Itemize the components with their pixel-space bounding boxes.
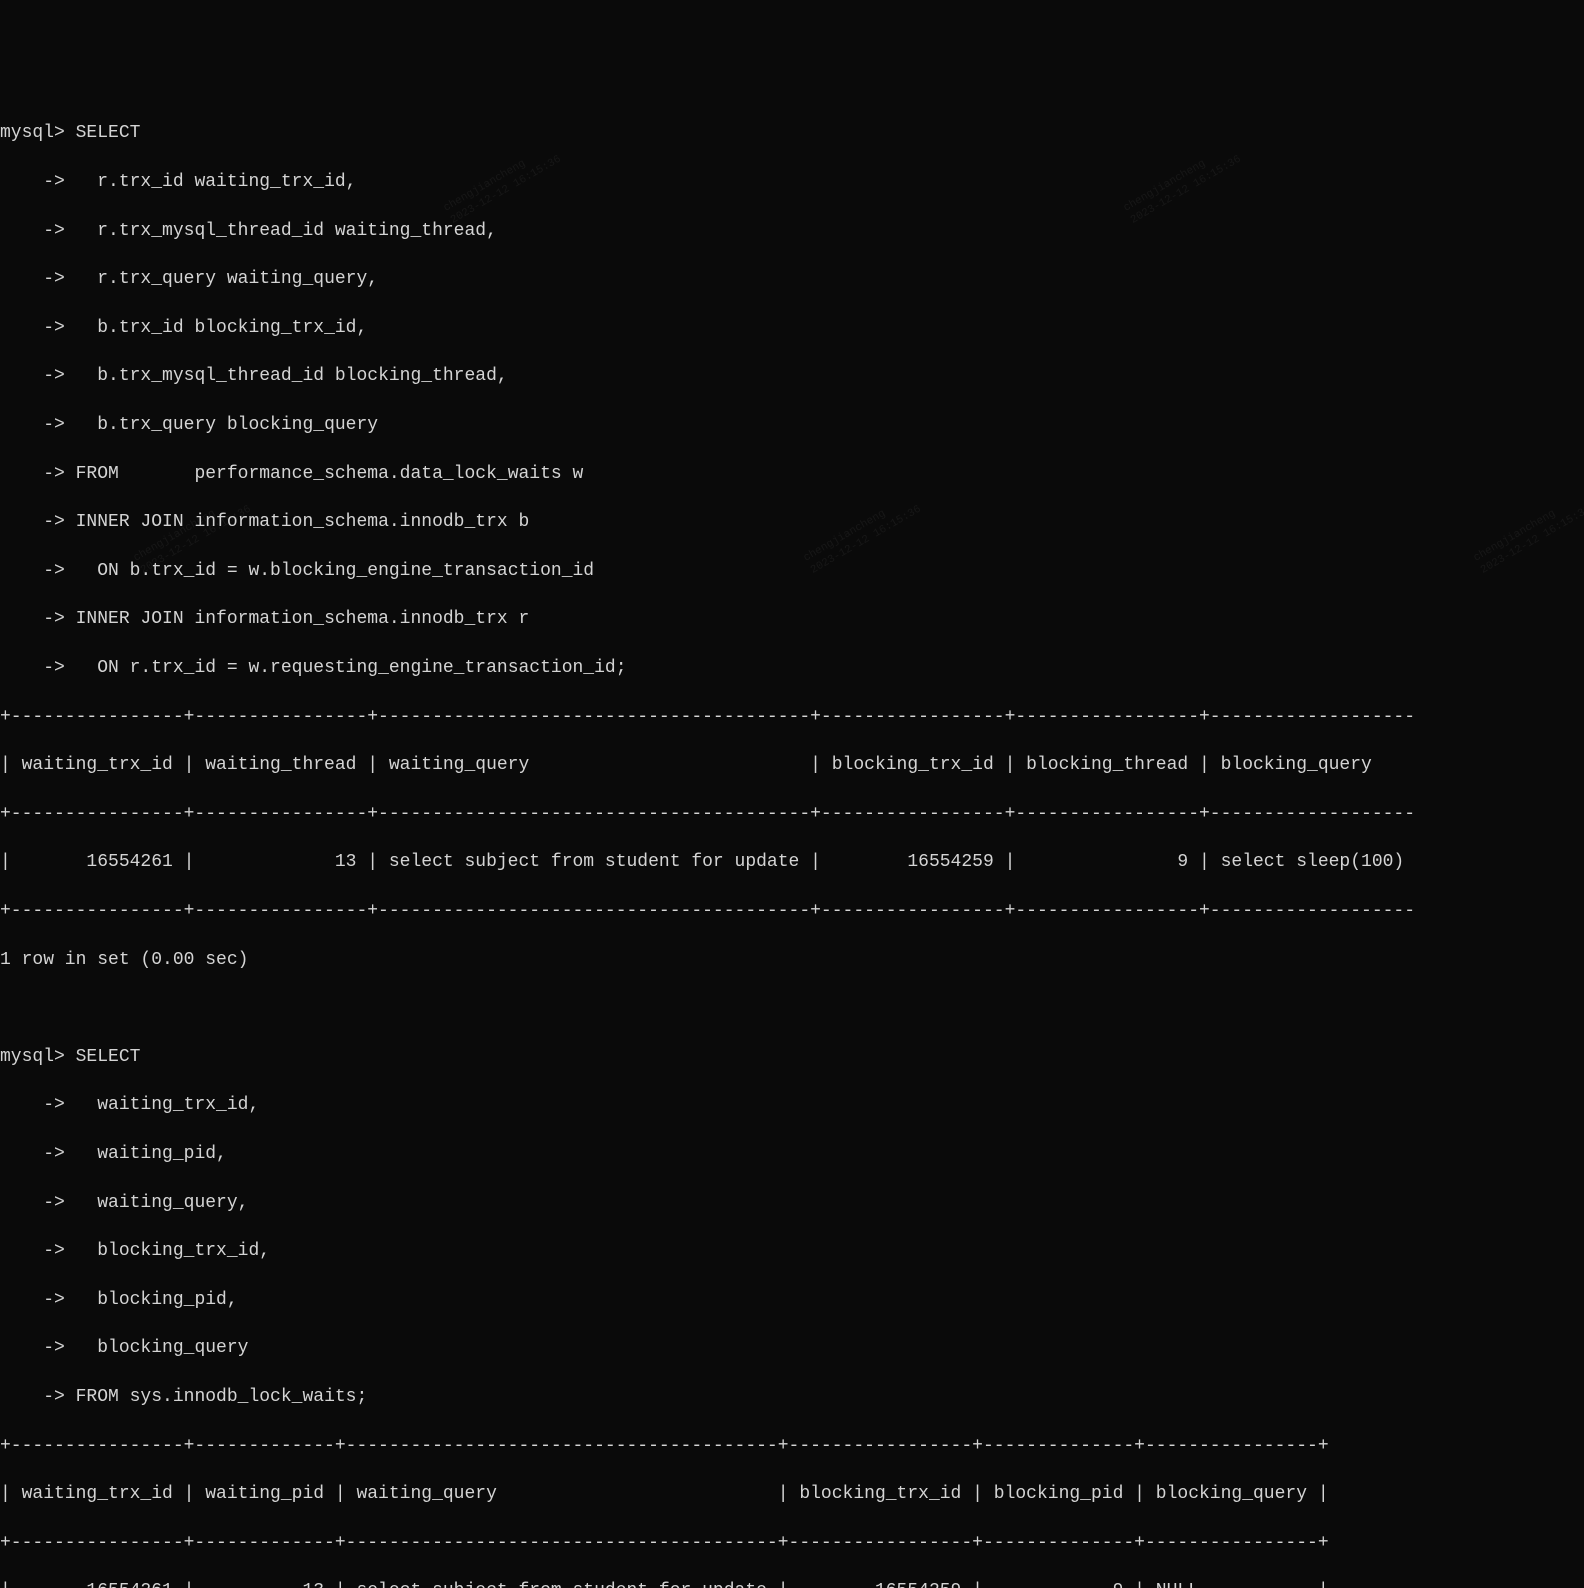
continuation-arrow: -> bbox=[0, 318, 65, 338]
sql-text: waiting_trx_id, bbox=[76, 1095, 260, 1115]
sql-text: FROM performance_schema.data_lock_waits … bbox=[76, 464, 584, 484]
sql-text: b.trx_query blocking_query bbox=[76, 415, 378, 435]
sql-text: waiting_pid, bbox=[76, 1144, 227, 1164]
sql-text: blocking_pid, bbox=[76, 1290, 238, 1310]
sql-text: waiting_query, bbox=[76, 1193, 249, 1213]
continuation-arrow: -> bbox=[0, 1095, 65, 1115]
sql-text: blocking_trx_id, bbox=[76, 1241, 270, 1261]
table-header-row: | waiting_trx_id | waiting_pid | waiting… bbox=[0, 1482, 1584, 1506]
sql-line: -> b.trx_query blocking_query bbox=[0, 413, 1584, 437]
blank-line bbox=[0, 996, 1584, 1020]
mysql-prompt: mysql> bbox=[0, 123, 65, 143]
sql-text: b.trx_mysql_thread_id blocking_thread, bbox=[76, 366, 508, 386]
sql-text: r.trx_query waiting_query, bbox=[76, 269, 378, 289]
continuation-arrow: -> bbox=[0, 172, 65, 192]
sql-line: -> FROM performance_schema.data_lock_wai… bbox=[0, 462, 1584, 486]
table-border-top: +----------------+-------------+--------… bbox=[0, 1434, 1584, 1458]
sql-line: -> r.trx_mysql_thread_id waiting_thread, bbox=[0, 219, 1584, 243]
sql-line: -> INNER JOIN information_schema.innodb_… bbox=[0, 607, 1584, 631]
continuation-arrow: -> bbox=[0, 1290, 65, 1310]
sql-line: -> INNER JOIN information_schema.innodb_… bbox=[0, 510, 1584, 534]
sql-line: -> b.trx_mysql_thread_id blocking_thread… bbox=[0, 364, 1584, 388]
sql-line: -> blocking_pid, bbox=[0, 1288, 1584, 1312]
sql-text: INNER JOIN information_schema.innodb_trx… bbox=[76, 512, 530, 532]
sql-text: blocking_query bbox=[76, 1338, 249, 1358]
sql-line: -> waiting_trx_id, bbox=[0, 1093, 1584, 1117]
sql-line: -> waiting_query, bbox=[0, 1191, 1584, 1215]
continuation-arrow: -> bbox=[0, 1144, 65, 1164]
sql-text: FROM sys.innodb_lock_waits; bbox=[76, 1387, 368, 1407]
sql-text: r.trx_mysql_thread_id waiting_thread, bbox=[76, 221, 497, 241]
sql-text: r.trx_id waiting_trx_id, bbox=[76, 172, 357, 192]
continuation-arrow: -> bbox=[0, 415, 65, 435]
table-header-row: | waiting_trx_id | waiting_thread | wait… bbox=[0, 753, 1584, 777]
sql-text: ON r.trx_id = w.requesting_engine_transa… bbox=[76, 658, 627, 678]
continuation-arrow: -> bbox=[0, 658, 65, 678]
terminal-output: mysql> SELECT -> r.trx_id waiting_trx_id… bbox=[0, 97, 1584, 1588]
table-border-mid: +----------------+-------------+--------… bbox=[0, 1531, 1584, 1555]
continuation-arrow: -> bbox=[0, 464, 65, 484]
sql-text: SELECT bbox=[76, 123, 141, 143]
result-summary: 1 row in set (0.00 sec) bbox=[0, 948, 1584, 972]
continuation-arrow: -> bbox=[0, 1338, 65, 1358]
sql-text: b.trx_id blocking_trx_id, bbox=[76, 318, 368, 338]
sql-line: -> b.trx_id blocking_trx_id, bbox=[0, 316, 1584, 340]
sql-line: -> r.trx_query waiting_query, bbox=[0, 267, 1584, 291]
continuation-arrow: -> bbox=[0, 512, 65, 532]
continuation-arrow: -> bbox=[0, 609, 65, 629]
sql-line: -> ON r.trx_id = w.requesting_engine_tra… bbox=[0, 656, 1584, 680]
table-border-bottom: +----------------+----------------+-----… bbox=[0, 899, 1584, 923]
continuation-arrow: -> bbox=[0, 366, 65, 386]
sql-text: SELECT bbox=[76, 1047, 141, 1067]
continuation-arrow: -> bbox=[0, 221, 65, 241]
continuation-arrow: -> bbox=[0, 1193, 65, 1213]
table-data-row: | 16554261 | 13 | select subject from st… bbox=[0, 850, 1584, 874]
sql-line: -> waiting_pid, bbox=[0, 1142, 1584, 1166]
table-border-mid: +----------------+----------------+-----… bbox=[0, 802, 1584, 826]
sql-line: mysql> SELECT bbox=[0, 121, 1584, 145]
sql-text: INNER JOIN information_schema.innodb_trx… bbox=[76, 609, 530, 629]
table-data-row: | 16554261 | 13 | select subject from st… bbox=[0, 1579, 1584, 1588]
sql-line: mysql> SELECT bbox=[0, 1045, 1584, 1069]
sql-line: -> r.trx_id waiting_trx_id, bbox=[0, 170, 1584, 194]
sql-line: -> FROM sys.innodb_lock_waits; bbox=[0, 1385, 1584, 1409]
sql-line: -> blocking_trx_id, bbox=[0, 1239, 1584, 1263]
table-border-top: +----------------+----------------+-----… bbox=[0, 705, 1584, 729]
continuation-arrow: -> bbox=[0, 1241, 65, 1261]
continuation-arrow: -> bbox=[0, 561, 65, 581]
sql-line: -> blocking_query bbox=[0, 1336, 1584, 1360]
continuation-arrow: -> bbox=[0, 1387, 65, 1407]
mysql-prompt: mysql> bbox=[0, 1047, 65, 1067]
continuation-arrow: -> bbox=[0, 269, 65, 289]
sql-line: -> ON b.trx_id = w.blocking_engine_trans… bbox=[0, 559, 1584, 583]
sql-text: ON b.trx_id = w.blocking_engine_transact… bbox=[76, 561, 594, 581]
